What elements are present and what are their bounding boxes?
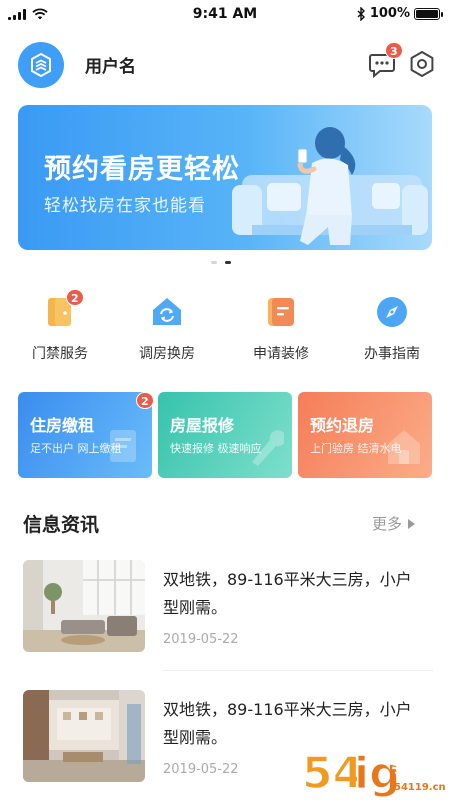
status-right: 100% <box>357 6 443 21</box>
card-rent-payment[interactable]: 住房缴租 足不出户 网上缴租 <box>18 392 152 478</box>
quick-action-label: 门禁服务 <box>32 346 88 362</box>
house-swap-icon <box>153 298 181 325</box>
banner-page-dot-active[interactable] <box>225 261 231 264</box>
quick-action-label: 调房换房 <box>139 346 195 362</box>
news-more-link[interactable]: 更多 <box>372 513 416 534</box>
card-subtitle: 足不出户 网上缴租 <box>30 442 122 455</box>
quick-action-label: 办事指南 <box>364 346 420 362</box>
promo-banner[interactable]: 预约看房更轻松 轻松找房在家也能看 <box>18 105 432 250</box>
quick-action-guide[interactable]: 办事指南 <box>347 295 437 363</box>
more-label: 更多 <box>372 515 403 533</box>
card-subtitle: 上门验房 结清水电 <box>310 442 402 455</box>
news-date: 2019-05-22 <box>163 632 239 647</box>
banner-page-dot[interactable] <box>211 261 217 264</box>
access-control-badge: 2 <box>66 289 84 306</box>
news-section-title: 信息资讯 <box>23 514 100 536</box>
battery-percent: 100% <box>369 6 410 21</box>
quick-actions: 门禁服务 调房换房 申请装修 办事指南 2 <box>0 289 450 365</box>
card-subtitle: 快速报修 极速响应 <box>170 442 262 455</box>
svg-text:手游网: 手游网 <box>392 758 437 776</box>
news-divider <box>163 670 433 671</box>
card-title: 预约退房 <box>310 416 375 435</box>
username[interactable]: 用户名 <box>85 52 136 77</box>
battery-fill <box>416 9 438 18</box>
card-checkout[interactable]: 预约退房 上门验房 结清水电 <box>298 392 432 478</box>
card-title: 房屋报修 <box>170 416 235 435</box>
avatar[interactable] <box>18 42 64 88</box>
settings-icon[interactable] <box>408 50 436 78</box>
battery-icon <box>414 7 443 20</box>
banner-subtitle: 轻松找房在家也能看 <box>44 196 206 216</box>
banner-title: 预约看房更轻松 <box>44 154 240 185</box>
rent-payment-badge: 2 <box>136 392 154 409</box>
news-item[interactable]: 双地铁，89-116平米大三房，小户型刚需。 2019-05-22 <box>0 560 450 660</box>
banner-pagination <box>211 261 231 264</box>
news-date: 2019-05-22 <box>163 762 239 777</box>
card-title: 住房缴租 <box>30 416 95 435</box>
app-logo-icon <box>31 52 51 78</box>
bedroom-image <box>23 690 145 782</box>
svg-text:54119.cn: 54119.cn <box>394 782 446 793</box>
news-title: 双地铁，89-116平米大三房，小户型刚需。 <box>163 570 412 617</box>
living-room-image <box>23 560 145 652</box>
quick-action-access-control[interactable]: 门禁服务 <box>15 295 105 363</box>
status-bar: 9:41 AM 100% <box>0 0 450 30</box>
arrow-right-icon <box>408 518 416 529</box>
card-repair[interactable]: 房屋报修 快速报修 极速响应 <box>158 392 292 478</box>
site-watermark-logo: 54 ig 手游网 54119.cn <box>301 747 446 800</box>
form-icon <box>268 298 294 326</box>
compass-icon <box>377 297 407 327</box>
message-count-badge: 3 <box>385 42 403 59</box>
quick-action-renovation[interactable]: 申请装修 <box>236 295 326 363</box>
quick-action-label: 申请装修 <box>253 346 309 362</box>
quick-action-room-swap[interactable]: 调房换房 <box>122 295 212 363</box>
bluetooth-icon <box>357 6 365 21</box>
